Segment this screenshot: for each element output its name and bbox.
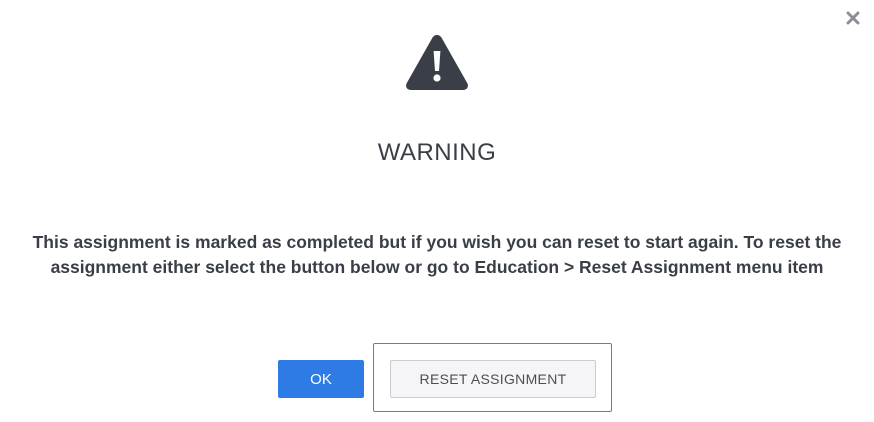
warning-triangle-icon [406, 35, 468, 90]
dialog-message: This assignment is marked as completed b… [32, 232, 842, 277]
dialog-title: WARNING [377, 139, 497, 166]
dialog-actions: OK RESET ASSIGNMENT [0, 343, 874, 412]
close-button[interactable] [844, 9, 862, 27]
close-icon [846, 11, 860, 25]
reset-assignment-button[interactable]: RESET ASSIGNMENT [390, 360, 596, 398]
warning-dialog: WARNING This assignment is marked as com… [0, 0, 874, 422]
ok-button[interactable]: OK [278, 360, 364, 398]
